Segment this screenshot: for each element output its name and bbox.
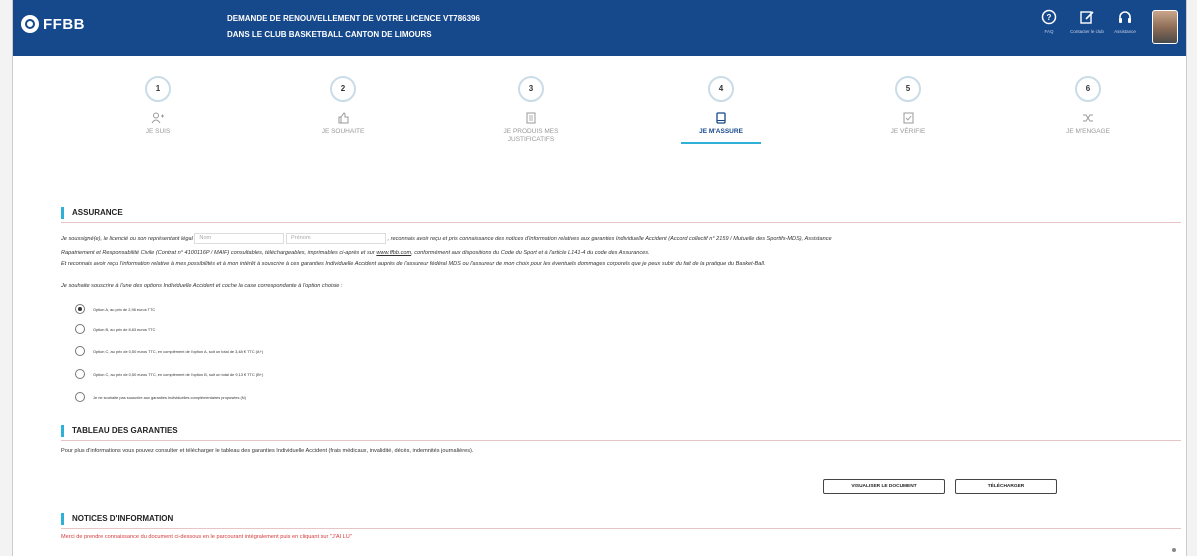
step-label: JE SOUHAITE: [321, 128, 365, 135]
option-label: Option A, au prix de 2,98 euros TTC: [93, 306, 156, 312]
step-je-m-engage[interactable]: 6 JE M'ENGAGE: [1013, 76, 1163, 136]
page-title: DEMANDE DE RENOUVELLEMENT DE VOTRE LICEN…: [227, 11, 480, 43]
option-b-radio[interactable]: [75, 324, 85, 334]
notices-heading: NOTICES D'INFORMATION: [61, 513, 173, 525]
option-b-radio-row[interactable]: Option B, au prix de 8,63 euros TTC: [75, 324, 155, 334]
title-line-2: DANS LE CLUB BASKETBALL CANTON DE LIMOUR…: [227, 30, 432, 39]
step-number: 1: [145, 76, 171, 102]
download-button[interactable]: TÉLÉCHARGER: [955, 479, 1057, 494]
option-c-b-radio-row[interactable]: Option C, au prix de 0,50 euros TTC, en …: [75, 369, 263, 379]
headset-icon: [1116, 8, 1134, 26]
ffbb-logo[interactable]: FFBB: [21, 15, 85, 33]
assurance-paragraph-3: Et reconnais avoir reçu l'information re…: [61, 261, 766, 267]
step-number: 4: [708, 76, 734, 102]
paragraph-text: , reconnais avoir reçu et pris connaissa…: [387, 235, 832, 242]
assistance-button[interactable]: Assistance: [1108, 8, 1142, 35]
section-divider: [61, 528, 1181, 529]
garanties-text: Pour plus d'informations vous pouvez con…: [61, 448, 474, 454]
title-line-1: DEMANDE DE RENOUVELLEMENT DE VOTRE LICEN…: [227, 14, 480, 23]
paragraph-text: Rapatriement et Responsabilité Civile (C…: [61, 250, 377, 256]
step-label: JE PRODUIS MES JUSTIFICATIFS: [456, 128, 606, 144]
step-je-verifie[interactable]: 5 JE VÉRIFIE: [833, 76, 983, 136]
contact-club-button[interactable]: Contacter le club: [1070, 8, 1104, 35]
top-bar: FFBB DEMANDE DE RENOUVELLEMENT DE VOTRE …: [13, 0, 1186, 56]
tablet-icon: [646, 112, 796, 124]
assurance-heading: ASSURANCE: [61, 207, 123, 219]
nom-input[interactable]: Nom: [194, 233, 285, 244]
step-number: 5: [895, 76, 921, 102]
step-je-souhaite[interactable]: 2 JE SOUHAITE: [268, 76, 418, 136]
active-step-underline: [681, 142, 761, 144]
faq-button[interactable]: ? FAQ: [1032, 8, 1066, 35]
option-label: Option C, au prix de 0,50 euros TTC, en …: [93, 348, 264, 354]
option-label: Je ne souhaite pas souscrire aux garanti…: [93, 394, 246, 400]
basketball-logo-icon: [21, 15, 39, 33]
step-label: JE SUIS: [145, 128, 171, 135]
option-label: Option B, au prix de 8,63 euros TTC: [93, 326, 156, 332]
step-number: 2: [330, 76, 356, 102]
option-label: Option C, au prix de 0,50 euros TTC, en …: [93, 371, 264, 377]
contact-club-label: Contacter le club: [1070, 29, 1104, 34]
option-none-radio-row[interactable]: Je ne souhaite pas souscrire aux garanti…: [75, 392, 246, 402]
option-none-radio[interactable]: [75, 392, 85, 402]
ffbb-link[interactable]: www.ffbb.com: [376, 250, 411, 256]
logo-text: FFBB: [43, 15, 85, 33]
assurance-paragraph-2: Rapatriement et Responsabilité Civile (C…: [61, 248, 1176, 259]
prenom-input[interactable]: Prénom: [285, 233, 386, 244]
option-c-a-radio[interactable]: [75, 346, 85, 356]
notices-instruction: Merci de prendre connaissance du documen…: [61, 534, 352, 540]
options-question: Je souhaite souscrire à l'une des option…: [61, 283, 343, 289]
section-divider: [61, 440, 1181, 441]
thumbs-up-icon: [268, 112, 418, 124]
step-label: JE M'ENGAGE: [1066, 128, 1110, 135]
assistance-label: Assistance: [1114, 29, 1136, 34]
option-c-a-radio-row[interactable]: Option C, au prix de 0,50 euros TTC, en …: [75, 346, 263, 356]
paragraph-text: Je soussigné(e), le licencié ou son repr…: [61, 235, 193, 242]
view-document-button[interactable]: VISUALISER LE DOCUMENT: [823, 479, 945, 494]
option-a-radio[interactable]: [75, 304, 85, 314]
edit-icon: [1078, 8, 1096, 26]
shuffle-icon: [1013, 112, 1163, 124]
option-a-radio-row[interactable]: Option A, au prix de 2,98 euros TTC: [75, 304, 155, 314]
assurance-paragraph-1: Je soussigné(e), le licencié ou son repr…: [61, 233, 1176, 245]
progress-stepper: 1 JE SUIS 2 JE SOUHAITE 3 JE PRODUIS MES…: [58, 76, 1146, 166]
question-icon: ?: [1040, 8, 1058, 26]
header-tools: ? FAQ Contacter le club Assistance: [1028, 8, 1142, 35]
step-label-line-2: JUSTIFICATIFS: [507, 136, 555, 143]
page-frame: FFBB DEMANDE DE RENOUVELLEMENT DE VOTRE …: [12, 0, 1187, 556]
faq-label: FAQ: [1044, 29, 1054, 34]
garanties-heading: TABLEAU DES GARANTIES: [61, 425, 178, 437]
step-je-produis[interactable]: 3 JE PRODUIS MES JUSTIFICATIFS: [456, 76, 606, 144]
step-label: JE VÉRIFIE: [890, 128, 926, 135]
user-avatar[interactable]: [1152, 10, 1178, 44]
check-box-icon: [833, 112, 983, 124]
user-plus-icon: [83, 112, 233, 124]
svg-text:?: ?: [1047, 13, 1052, 22]
step-label: JE M'ASSURE: [699, 128, 743, 135]
step-label-line-1: JE PRODUIS MES: [503, 128, 559, 135]
document-icon: [456, 112, 606, 124]
scroll-indicator[interactable]: [1172, 548, 1176, 552]
paragraph-text: , conformément aux dispositions du Code …: [411, 250, 650, 256]
step-je-suis[interactable]: 1 JE SUIS: [83, 76, 233, 136]
option-c-b-radio[interactable]: [75, 369, 85, 379]
section-divider: [61, 222, 1181, 223]
step-je-m-assure[interactable]: 4 JE M'ASSURE: [646, 76, 796, 144]
step-number: 6: [1075, 76, 1101, 102]
step-number: 3: [518, 76, 544, 102]
